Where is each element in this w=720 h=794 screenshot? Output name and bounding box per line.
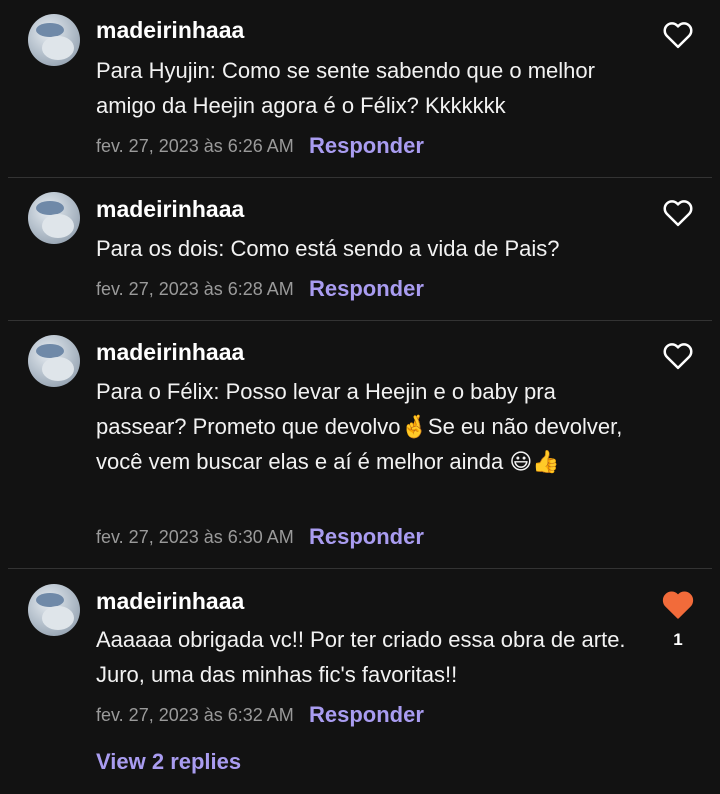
timestamp: fev. 27, 2023 às 6:32 AM	[96, 705, 294, 725]
username[interactable]: madeirinhaaa	[96, 339, 244, 366]
heart-outline-icon[interactable]	[663, 342, 693, 370]
view-replies-button[interactable]: View 2 replies	[96, 749, 241, 775]
divider	[8, 177, 712, 178]
reply-button[interactable]: Responder	[309, 276, 424, 302]
username[interactable]: madeirinhaaa	[96, 588, 244, 615]
heart-outline-icon[interactable]	[663, 199, 693, 227]
reply-button[interactable]: Responder	[309, 524, 424, 550]
heart-filled-icon[interactable]	[662, 590, 694, 620]
comment-text: Para Hyujin: Como se sente sabendo que o…	[96, 58, 595, 118]
avatar[interactable]	[28, 192, 80, 244]
divider	[8, 320, 712, 321]
comment-text: Aaaaaa obrigada vc!! Por ter criado essa…	[96, 627, 626, 687]
divider	[8, 568, 712, 569]
comment-text: Para o Félix: Posso levar a Heejin e o b…	[96, 379, 623, 474]
like-count: 1	[673, 630, 683, 649]
username[interactable]: madeirinhaaa	[96, 17, 244, 44]
reply-button[interactable]: Responder	[309, 133, 424, 159]
avatar[interactable]	[28, 335, 80, 387]
timestamp: fev. 27, 2023 às 6:26 AM	[96, 136, 294, 156]
reply-button[interactable]: Responder	[309, 702, 424, 728]
avatar[interactable]	[28, 14, 80, 66]
comment-text: Para os dois: Como está sendo a vida de …	[96, 236, 560, 261]
timestamp: fev. 27, 2023 às 6:28 AM	[96, 279, 294, 299]
username[interactable]: madeirinhaaa	[96, 196, 244, 223]
heart-outline-icon[interactable]	[663, 21, 693, 49]
avatar[interactable]	[28, 584, 80, 636]
timestamp: fev. 27, 2023 às 6:30 AM	[96, 527, 294, 547]
